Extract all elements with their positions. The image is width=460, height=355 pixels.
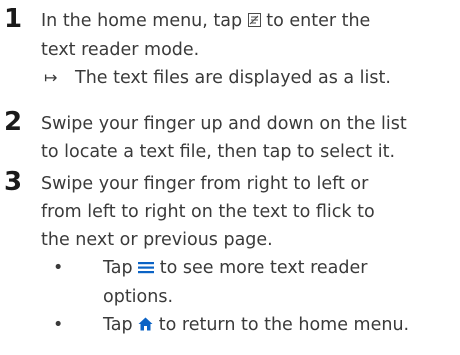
step-line: to locate a text file, then tap to selec… (41, 142, 396, 162)
step-line: In the home menu, tap to enter the (41, 7, 459, 36)
step-text: Swipe your finger up and down on the lis… (41, 110, 459, 166)
bullet-continuation: options. (103, 287, 174, 307)
step-line: Swipe your finger up and down on the lis… (41, 114, 407, 134)
home-icon (138, 312, 153, 340)
step-number: 1 (4, 4, 23, 34)
bullet-text-segment: to return to the home menu. (153, 315, 410, 335)
bullet-dot: • (53, 315, 64, 335)
result-arrow-icon: ↦ (44, 68, 58, 87)
step-line: Swipe your finger from right to left or (41, 174, 369, 194)
step-text: In the home menu, tap to enter the text … (41, 7, 459, 92)
text-reader-icon (247, 8, 261, 36)
bullet-item: • Tap to return to the home menu. (41, 311, 459, 340)
bullet-text-segment: Tap (103, 315, 139, 335)
step-number: 3 (4, 167, 23, 197)
step-text: Swipe your finger from right to left or … (41, 170, 459, 340)
step-line: text reader mode. (41, 40, 200, 60)
step-line: the next or previous page. (41, 230, 273, 250)
bullet-item: • Tap to see more text reader (41, 254, 459, 283)
bullet-text-segment: Tap (103, 258, 139, 278)
step-text-segment: In the home menu, tap (41, 11, 248, 31)
step-result: ↦ The text files are displayed as a list. (41, 64, 459, 92)
step-number: 2 (4, 107, 23, 137)
bullet-text-segment: to see more text reader (154, 258, 368, 278)
instruction-document: 1 In the home menu, tap to enter the tex… (0, 0, 460, 355)
result-text: The text files are displayed as a list. (75, 68, 391, 88)
step-text-segment: to enter the (260, 11, 371, 31)
bullet-dot: • (53, 258, 64, 278)
step-line: from left to right on the text to flick … (41, 202, 375, 222)
menu-icon (138, 255, 155, 283)
